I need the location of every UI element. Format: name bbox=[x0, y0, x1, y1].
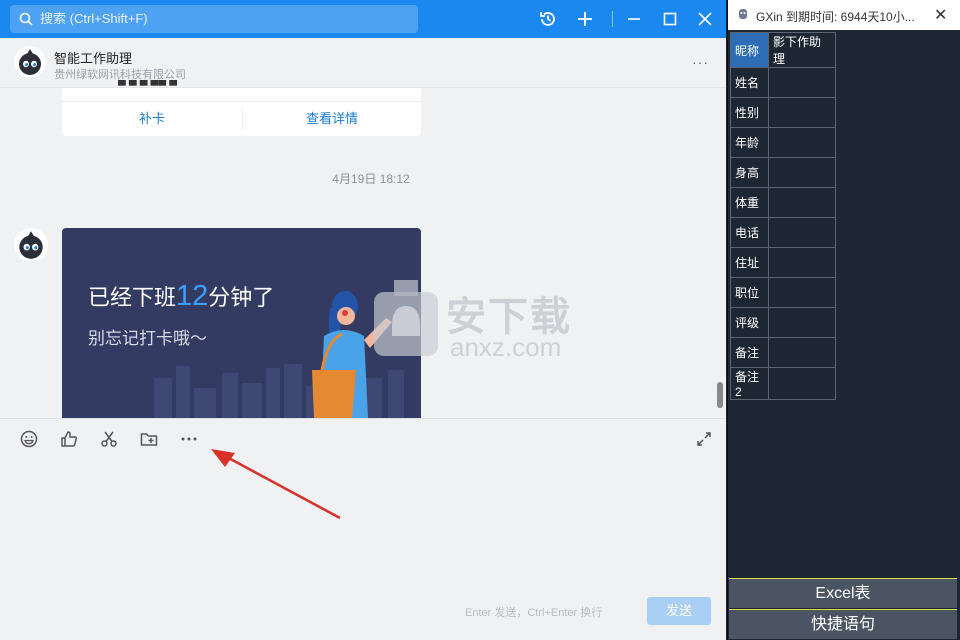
avatar[interactable] bbox=[14, 46, 46, 78]
profile-row: 年龄 bbox=[730, 127, 836, 158]
annotation-arrow-icon bbox=[211, 449, 341, 520]
card-partial-text: ▀ ▀ ▀ ▀▀ ▀ bbox=[118, 80, 177, 90]
toolbar-divider bbox=[612, 11, 613, 27]
profile-field-label[interactable]: 职位 bbox=[730, 277, 769, 308]
gxin-panel: GXin 到期时间: 6944天10小... ✕ 昵称 影下作助理 姓名 性别 年龄 身高… bbox=[727, 0, 960, 640]
robot-avatar-icon bbox=[19, 49, 41, 75]
profile-field-label[interactable]: 备注2 bbox=[730, 367, 769, 400]
profile-field-label[interactable]: 身高 bbox=[730, 157, 769, 188]
profile-field-value[interactable] bbox=[768, 157, 836, 188]
profile-field-value[interactable] bbox=[768, 337, 836, 368]
profile-row: 备注 bbox=[730, 337, 836, 368]
profile-field-label[interactable]: 姓名 bbox=[730, 67, 769, 98]
profile-field-value[interactable] bbox=[768, 217, 836, 248]
makeup-punch-button[interactable]: 补卡 bbox=[62, 102, 242, 136]
app-icon bbox=[739, 9, 747, 19]
profile-row: 职位 bbox=[730, 277, 836, 308]
profile-field-value[interactable] bbox=[768, 97, 836, 128]
message-scrollbar[interactable] bbox=[717, 382, 723, 408]
search-placeholder: 搜索 (Ctrl+Shift+F) bbox=[40, 11, 148, 26]
reminder-title: 已经下班12分钟了 bbox=[88, 280, 274, 313]
reminder-minutes: 12 bbox=[176, 280, 209, 312]
search-icon bbox=[19, 12, 33, 26]
profile-field-label[interactable]: 电话 bbox=[730, 217, 769, 248]
excel-button[interactable]: Excel表 bbox=[729, 578, 957, 608]
profile-row: 姓名 bbox=[730, 67, 836, 98]
profile-row: 电话 bbox=[730, 217, 836, 248]
profile-field-label[interactable]: 昵称 bbox=[730, 32, 769, 68]
reminder-title-prefix: 已经下班 bbox=[88, 285, 177, 310]
watermark-url: anxz.com bbox=[450, 332, 562, 362]
profile-field-value[interactable] bbox=[768, 247, 836, 278]
send-button[interactable]: 发送 bbox=[647, 597, 711, 625]
profile-row: 评级 bbox=[730, 307, 836, 338]
emoji-icon[interactable] bbox=[19, 429, 39, 449]
profile-field-label[interactable]: 评级 bbox=[730, 307, 769, 338]
profile-row: 身高 bbox=[730, 157, 836, 188]
thumbs-up-icon[interactable] bbox=[59, 429, 79, 449]
profile-field-label[interactable]: 住址 bbox=[730, 247, 769, 278]
watermark: 安下载 anxz.com bbox=[370, 278, 590, 368]
history-icon[interactable] bbox=[538, 9, 558, 29]
profile-field-value[interactable] bbox=[768, 67, 836, 98]
close-icon[interactable] bbox=[695, 9, 715, 29]
more-tools-icon[interactable] bbox=[179, 429, 199, 449]
expand-icon[interactable] bbox=[694, 429, 714, 449]
reminder-card[interactable]: 已经下班12分钟了 别忘记打卡哦～ bbox=[62, 228, 421, 418]
add-folder-icon[interactable] bbox=[139, 429, 159, 449]
profile-field-value[interactable] bbox=[768, 127, 836, 158]
reminder-title-suffix: 分钟了 bbox=[208, 285, 275, 310]
chat-title: 智能工作助理 bbox=[54, 51, 133, 66]
profile-field-value[interactable]: 影下作助理 bbox=[768, 32, 836, 68]
chat-header: 智能工作助理 贵州绿软网讯科技有限公司 ··· bbox=[0, 38, 726, 88]
profile-field-value[interactable] bbox=[768, 187, 836, 218]
message-composer[interactable]: Enter 发送，Ctrl+Enter 换行 发送 bbox=[0, 418, 726, 640]
message-avatar[interactable] bbox=[14, 228, 48, 262]
robot-avatar-icon bbox=[19, 231, 43, 259]
profile-row: 住址 bbox=[730, 247, 836, 278]
profile-row: 体重 bbox=[730, 187, 836, 218]
profile-field-label[interactable]: 性别 bbox=[730, 97, 769, 128]
attendance-card: ▀ ▀ ▀ ▀▀ ▀ 补卡 查看详情 bbox=[62, 80, 421, 136]
gxin-title-bar: GXin 到期时间: 6944天10小... ✕ bbox=[728, 0, 960, 30]
gxin-close-icon[interactable]: ✕ bbox=[934, 5, 947, 25]
minimize-icon[interactable] bbox=[624, 9, 644, 29]
view-details-button[interactable]: 查看详情 bbox=[243, 102, 421, 136]
reminder-subtitle: 别忘记打卡哦～ bbox=[88, 329, 207, 348]
profile-table: 昵称 影下作助理 姓名 性别 年龄 身高 体重 电话 住址 职位 评级 备注 备注2 bbox=[730, 32, 836, 400]
send-hint: Enter 发送，Ctrl+Enter 换行 bbox=[465, 607, 603, 619]
city-skyline-illustration bbox=[154, 291, 404, 418]
quick-phrases-button[interactable]: 快捷语句 bbox=[729, 609, 957, 639]
top-bar: 搜索 (Ctrl+Shift+F) bbox=[0, 0, 726, 38]
chat-window: 搜索 (Ctrl+Shift+F) 智能工作助理 贵州绿软网讯科技有限公司 ··… bbox=[0, 0, 726, 640]
more-options-button[interactable]: ··· bbox=[692, 54, 709, 70]
gxin-title: GXin 到期时间: 6944天10小... bbox=[756, 10, 915, 24]
shield-logo-icon bbox=[374, 280, 438, 356]
profile-field-label[interactable]: 年龄 bbox=[730, 127, 769, 158]
profile-row: 性别 bbox=[730, 97, 836, 128]
profile-field-label[interactable]: 体重 bbox=[730, 187, 769, 218]
profile-row: 备注2 bbox=[730, 367, 836, 400]
message-timestamp: 4月19日 18:12 bbox=[332, 172, 410, 186]
add-icon[interactable] bbox=[575, 9, 595, 29]
profile-field-value[interactable] bbox=[768, 307, 836, 338]
profile-field-value[interactable] bbox=[768, 367, 836, 400]
scissors-icon[interactable] bbox=[99, 429, 119, 449]
profile-row: 昵称 影下作助理 bbox=[730, 32, 836, 68]
search-input[interactable]: 搜索 (Ctrl+Shift+F) bbox=[10, 5, 418, 33]
profile-field-label[interactable]: 备注 bbox=[730, 337, 769, 368]
profile-field-value[interactable] bbox=[768, 277, 836, 308]
maximize-icon[interactable] bbox=[660, 9, 680, 29]
